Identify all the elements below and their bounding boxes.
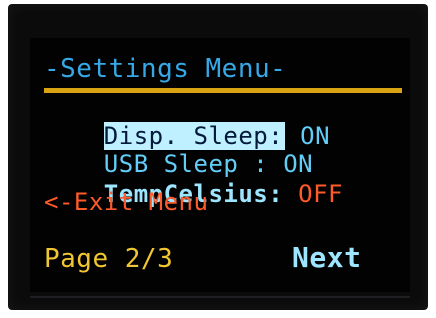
next-button[interactable]: Next [292,244,361,272]
title-divider [44,88,402,93]
screen-bottom-edge [30,296,410,298]
menu-item-temp-celsius-value: OFF [298,180,343,208]
menu-title: -Settings Menu- [44,54,287,84]
page-indicator: Page 2/3 [44,244,174,274]
oled-screen: -Settings Menu- Disp. Sleep: ON USB Slee… [30,38,410,292]
exit-menu-item[interactable]: <-Exit Menu [44,190,208,214]
